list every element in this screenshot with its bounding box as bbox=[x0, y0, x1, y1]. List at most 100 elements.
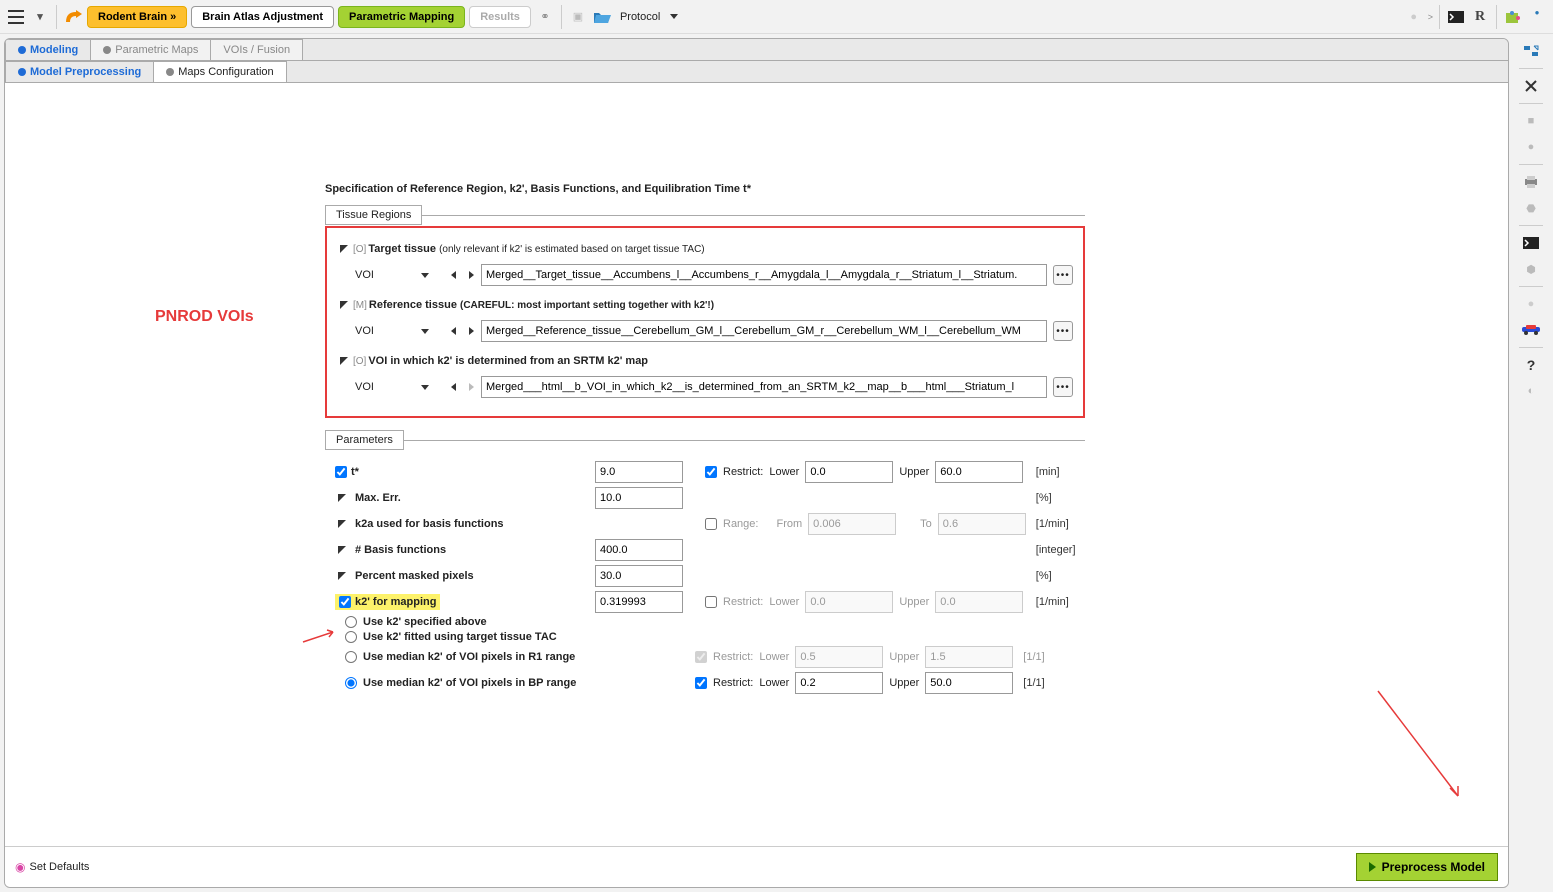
info-dot-icon[interactable]: ● bbox=[1527, 2, 1547, 22]
voi-k2-voi-input[interactable] bbox=[481, 376, 1047, 398]
masked-input[interactable] bbox=[595, 565, 683, 587]
r1range-upper-input bbox=[925, 646, 1013, 668]
dropdown-icon[interactable] bbox=[417, 323, 433, 339]
k2a-from-input bbox=[808, 513, 896, 535]
car-icon[interactable] bbox=[1519, 321, 1543, 339]
half-circle-icon[interactable]: ◐ bbox=[1519, 382, 1543, 400]
browse-button[interactable]: ••• bbox=[1053, 377, 1073, 397]
k2a-range-checkbox[interactable] bbox=[705, 518, 717, 530]
target-tissue-label: Target tissue bbox=[368, 243, 436, 255]
upper-label: Upper bbox=[899, 466, 929, 478]
set-defaults-label: Set Defaults bbox=[29, 861, 89, 873]
subtab-model-preprocessing[interactable]: Model Preprocessing bbox=[5, 61, 154, 82]
link-icon[interactable]: ⚭ bbox=[535, 7, 555, 27]
puzzle-icon[interactable] bbox=[1503, 7, 1523, 27]
r1range-restrict-checkbox bbox=[695, 651, 707, 663]
pin-icon[interactable] bbox=[337, 300, 351, 310]
prev-icon[interactable] bbox=[445, 379, 461, 395]
load-arrow-icon[interactable] bbox=[63, 7, 83, 27]
radio-k2-r1range-input[interactable] bbox=[345, 651, 357, 663]
circle2-icon[interactable]: ● bbox=[1519, 295, 1543, 313]
k2map-checkbox[interactable] bbox=[339, 596, 351, 608]
radio-k2-bprange-label: Use median k2' of VOI pixels in BP range bbox=[363, 677, 576, 689]
radio-k2-fitted[interactable]: Use k2' fitted using target tissue TAC bbox=[345, 631, 1075, 643]
restrict-label: Restrict: bbox=[713, 677, 753, 689]
voi-label: VOI bbox=[355, 325, 415, 337]
t-star-lower-input[interactable] bbox=[805, 461, 893, 483]
t-star-upper-input[interactable] bbox=[935, 461, 1023, 483]
shield-icon[interactable]: ⬣ bbox=[1519, 199, 1543, 217]
t-star-unit: [min] bbox=[1036, 466, 1096, 478]
t-star-restrict-checkbox[interactable] bbox=[705, 466, 717, 478]
t-star-input[interactable] bbox=[595, 461, 683, 483]
k2map-restrict-checkbox[interactable] bbox=[705, 596, 717, 608]
set-defaults-button[interactable]: ◉ Set Defaults bbox=[15, 860, 89, 874]
gear-dot-icon: ◉ bbox=[15, 860, 25, 874]
basis-input[interactable] bbox=[595, 539, 683, 561]
hamburger-icon[interactable] bbox=[6, 7, 26, 27]
radio-k2-r1range[interactable]: Use median k2' of VOI pixels in R1 range bbox=[345, 651, 685, 663]
k2map-label: k2' for mapping bbox=[355, 596, 436, 608]
browse-button[interactable]: ••• bbox=[1053, 321, 1073, 341]
pin-icon[interactable] bbox=[337, 356, 351, 366]
k2map-input[interactable] bbox=[595, 591, 683, 613]
k2map-row: k2' for mapping bbox=[335, 594, 585, 610]
status-dot-icon: ● bbox=[1404, 7, 1424, 27]
radio-k2-fitted-label: Use k2' fitted using target tissue TAC bbox=[363, 631, 557, 643]
t-star-row: t* bbox=[335, 466, 585, 478]
dot-icon bbox=[18, 68, 26, 76]
prev-icon[interactable] bbox=[445, 323, 461, 339]
pin-icon[interactable] bbox=[335, 519, 349, 529]
preprocess-model-button[interactable]: Preprocess Model bbox=[1356, 853, 1498, 881]
browse-button[interactable]: ••• bbox=[1053, 265, 1073, 285]
square-icon[interactable]: ■ bbox=[1519, 112, 1543, 130]
pin-icon[interactable] bbox=[337, 244, 351, 254]
masked-label: Percent masked pixels bbox=[355, 570, 474, 582]
bprange-lower-input[interactable] bbox=[795, 672, 883, 694]
target-tissue-voi-input[interactable] bbox=[481, 264, 1047, 286]
radio-k2-bprange[interactable]: Use median k2' of VOI pixels in BP range bbox=[345, 677, 685, 689]
bprange-restrict-checkbox[interactable] bbox=[695, 677, 707, 689]
radio-k2-fitted-input[interactable] bbox=[345, 631, 357, 643]
k2map-upper-input bbox=[935, 591, 1023, 613]
next-icon[interactable] bbox=[463, 267, 479, 283]
close-x-icon[interactable] bbox=[1519, 77, 1543, 95]
tab-parametric-maps[interactable]: Parametric Maps bbox=[90, 39, 211, 60]
print-icon[interactable] bbox=[1519, 173, 1543, 191]
next-icon[interactable] bbox=[463, 323, 479, 339]
pin-icon[interactable] bbox=[335, 493, 349, 503]
rodent-brain-pill[interactable]: Rodent Brain » bbox=[87, 6, 187, 28]
circle-icon[interactable]: ● bbox=[1519, 138, 1543, 156]
brain-atlas-pill[interactable]: Brain Atlas Adjustment bbox=[191, 6, 334, 28]
k2a-unit: [1/min] bbox=[1036, 518, 1096, 530]
max-err-input[interactable] bbox=[595, 487, 683, 509]
subtab-maps-configuration[interactable]: Maps Configuration bbox=[153, 61, 286, 82]
question-icon[interactable]: ? bbox=[1519, 356, 1543, 374]
dropdown-icon[interactable] bbox=[417, 379, 433, 395]
parametric-mapping-pill[interactable]: Parametric Mapping bbox=[338, 6, 465, 28]
r-icon[interactable]: R bbox=[1470, 7, 1490, 27]
radio-k2-specified-input[interactable] bbox=[345, 616, 357, 628]
dropdown-icon[interactable] bbox=[417, 267, 433, 283]
tag-icon[interactable]: ⬢ bbox=[1519, 260, 1543, 278]
k2map-restrict: Restrict: Lower Upper bbox=[705, 591, 1026, 613]
reference-tissue-voi-input[interactable] bbox=[481, 320, 1047, 342]
bottom-bar: ◉ Set Defaults Preprocess Model bbox=[5, 846, 1508, 887]
t-star-checkbox[interactable] bbox=[335, 466, 347, 478]
prev-icon[interactable] bbox=[445, 267, 461, 283]
bprange-upper-input[interactable] bbox=[925, 672, 1013, 694]
terminal2-icon[interactable] bbox=[1519, 234, 1543, 252]
chevron-dot-icon[interactable]: ▾ bbox=[30, 7, 50, 27]
r1range-restrict: Restrict: Lower Upper bbox=[695, 646, 1013, 668]
radio-k2-specified[interactable]: Use k2' specified above bbox=[345, 616, 1075, 628]
pin-icon[interactable] bbox=[335, 545, 349, 555]
tab-modeling[interactable]: Modeling bbox=[5, 39, 91, 60]
expand-icon[interactable] bbox=[1519, 42, 1543, 60]
terminal-icon[interactable] bbox=[1446, 7, 1466, 27]
annotation-pnrod: PNROD VOIs bbox=[155, 308, 254, 326]
radio-k2-bprange-input[interactable] bbox=[345, 677, 357, 689]
tab-vois-fusion[interactable]: VOIs / Fusion bbox=[210, 39, 303, 60]
pin-icon[interactable] bbox=[335, 571, 349, 581]
folder-open-icon[interactable] bbox=[592, 7, 612, 27]
protocol-dropdown-icon[interactable] bbox=[664, 7, 684, 27]
